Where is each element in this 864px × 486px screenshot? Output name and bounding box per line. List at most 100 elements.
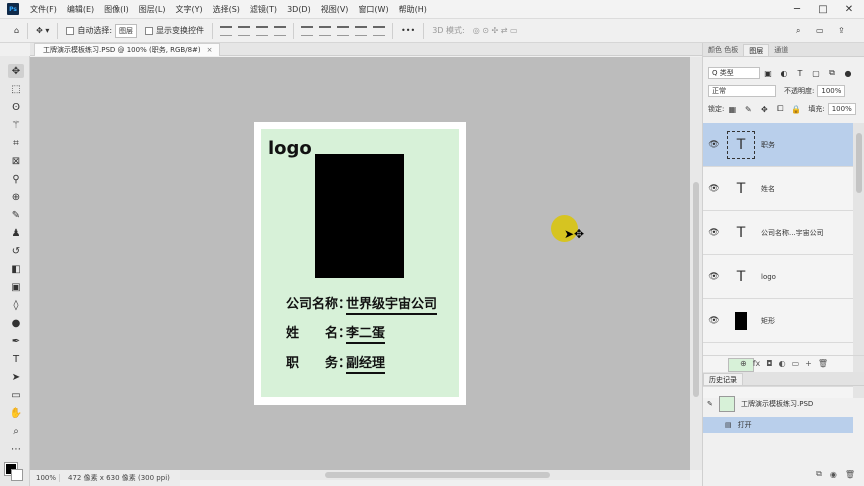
link-layers-icon[interactable]: ⊕ — [740, 359, 747, 368]
auto-select-checkbox[interactable]: 自动选择: 图层 — [62, 23, 141, 39]
menu-image[interactable]: 图像(I) — [99, 4, 134, 15]
zoom-tool-icon[interactable]: ⌕ — [8, 424, 24, 438]
move-tool-preset-icon[interactable]: ✥ ▾ — [32, 23, 53, 39]
dodge-tool-icon[interactable]: ● — [8, 316, 24, 330]
hand-tool-icon[interactable]: ✋ — [8, 406, 24, 420]
layer-row-company[interactable]: 👁 T 公司名称...宇宙公司 — [703, 211, 853, 255]
menu-edit[interactable]: 编辑(E) — [62, 4, 99, 15]
blur-tool-icon[interactable]: ◊ — [8, 298, 24, 312]
layer-name[interactable]: 公司名称...宇宙公司 — [761, 228, 824, 238]
new-group-icon[interactable]: ▭ — [792, 359, 800, 368]
filter-toggle-icon[interactable]: ● — [843, 68, 853, 78]
new-layer-icon[interactable]: + — [805, 359, 812, 368]
tab-channels[interactable]: 通道 — [769, 44, 793, 56]
add-style-icon[interactable]: fx — [753, 359, 761, 368]
lock-pixels-icon[interactable]: ✎ — [743, 104, 753, 114]
new-document-from-state-icon[interactable]: ⧉ — [816, 469, 822, 479]
add-mask-icon[interactable]: ◘ — [766, 359, 772, 368]
tab-layers[interactable]: 图层 — [743, 44, 770, 56]
move-tool-icon[interactable]: ✥ — [8, 64, 24, 78]
visibility-eye-icon[interactable]: 👁 — [703, 184, 725, 194]
layer-name[interactable]: 职务 — [761, 140, 775, 150]
filter-shape-icon[interactable]: ▢ — [811, 68, 821, 78]
tab-history[interactable]: 历史记录 — [703, 373, 743, 385]
close-tab-icon[interactable]: × — [207, 46, 213, 54]
menu-view[interactable]: 视图(V) — [316, 4, 354, 15]
gradient-tool-icon[interactable]: ▣ — [8, 280, 24, 294]
crop-tool-icon[interactable]: ⌗ — [8, 136, 24, 150]
more-tools-icon[interactable]: ⋯ — [8, 442, 24, 456]
background-color-swatch[interactable] — [11, 469, 23, 481]
scroll-thumb[interactable] — [325, 472, 550, 478]
align-vcenter-icon[interactable] — [238, 25, 251, 36]
scroll-thumb[interactable] — [856, 133, 862, 193]
fill-input[interactable]: 100% — [827, 103, 856, 115]
history-brush-icon[interactable]: ↺ — [8, 244, 24, 258]
layer-row-logo[interactable]: 👁 T logo — [703, 255, 853, 299]
distribute-top-icon[interactable] — [301, 25, 314, 36]
adjustment-layer-icon[interactable]: ◐ — [779, 359, 786, 368]
blend-mode-dropdown[interactable]: 正常 — [708, 85, 776, 97]
type-tool-icon[interactable]: T — [8, 352, 24, 366]
tab-color-swatches[interactable]: 颜色 色板 — [703, 44, 743, 56]
show-transform-checkbox[interactable]: 显示变换控件 — [141, 23, 208, 39]
marquee-tool-icon[interactable]: ⬚ — [8, 82, 24, 96]
distribute-right-icon[interactable] — [373, 25, 386, 36]
search-icon[interactable]: ⌕ — [792, 23, 804, 39]
share-icon[interactable]: ⇪ — [834, 23, 849, 39]
delete-layer-icon[interactable]: 🗑 — [818, 359, 828, 368]
eraser-tool-icon[interactable]: ◧ — [8, 262, 24, 276]
visibility-eye-icon[interactable]: 👁 — [703, 228, 725, 238]
layer-name[interactable]: 姓名 — [761, 184, 775, 194]
align-bottom-icon[interactable] — [256, 25, 269, 36]
path-select-tool-icon[interactable]: ➤ — [8, 370, 24, 384]
more-options-button[interactable]: ••• — [397, 23, 419, 39]
opacity-input[interactable]: 100% — [817, 85, 846, 97]
delete-state-icon[interactable]: 🗑 — [845, 470, 855, 479]
visibility-eye-icon[interactable]: 👁 — [703, 316, 725, 326]
auto-select-dropdown[interactable]: 图层 — [115, 23, 138, 38]
document-tab[interactable]: 工牌演示模板练习.PSD @ 100% (职务, RGB/8#) × — [34, 43, 220, 56]
menu-layer[interactable]: 图层(L) — [134, 4, 171, 15]
layer-name[interactable]: 矩形 — [761, 316, 775, 326]
healing-tool-icon[interactable]: ⊕ — [8, 190, 24, 204]
lock-artboard-icon[interactable]: ⧠ — [775, 104, 785, 114]
3d-orbit-icon[interactable]: ◎ ⊙ ✣ ⇄ ▭ — [469, 23, 522, 39]
workspace-icon[interactable]: ▭ — [812, 23, 828, 39]
eyedropper-tool-icon[interactable]: ⚲ — [8, 172, 24, 186]
brush-tool-icon[interactable]: ✎ — [8, 208, 24, 222]
layer-row-title[interactable]: 👁 T 职务 — [703, 123, 853, 167]
close-window-button[interactable]: ✕ — [834, 0, 864, 19]
magic-wand-tool-icon[interactable]: ⚚ — [8, 118, 24, 132]
visibility-eye-icon[interactable]: 👁 — [703, 140, 725, 150]
align-left-icon[interactable] — [274, 25, 287, 36]
distribute-left-icon[interactable] — [355, 25, 368, 36]
filter-smart-icon[interactable]: ⧉ — [827, 68, 837, 78]
zoom-level[interactable]: 100% — [30, 474, 60, 482]
stamp-tool-icon[interactable]: ♟ — [8, 226, 24, 240]
lasso-tool-icon[interactable]: ʘ — [8, 100, 24, 114]
history-snapshot[interactable]: ✎ 工牌演示模板练习.PSD — [703, 393, 853, 415]
layer-row-name[interactable]: 👁 T 姓名 — [703, 167, 853, 211]
layer-row-rectangle[interactable]: 👁 矩形 — [703, 299, 853, 343]
menu-help[interactable]: 帮助(H) — [394, 4, 432, 15]
filter-pixel-icon[interactable]: ▣ — [763, 68, 773, 78]
distribute-bottom-icon[interactable] — [337, 25, 350, 36]
frame-tool-icon[interactable]: ⊠ — [8, 154, 24, 168]
scroll-thumb[interactable] — [693, 182, 699, 397]
menu-filter[interactable]: 滤镜(T) — [245, 4, 282, 15]
snapshot-camera-icon[interactable]: ◉ — [830, 470, 837, 479]
lock-position-icon[interactable]: ✥ — [759, 104, 769, 114]
canvas-horizontal-scrollbar[interactable] — [180, 470, 690, 480]
home-icon[interactable]: ⌂ — [10, 23, 23, 39]
menu-file[interactable]: 文件(F) — [25, 4, 62, 15]
rectangle-tool-icon[interactable]: ▭ — [8, 388, 24, 402]
lock-all-icon[interactable]: 🔒 — [791, 104, 801, 114]
layer-name[interactable]: logo — [761, 273, 776, 281]
filter-adjust-icon[interactable]: ◐ — [779, 68, 789, 78]
menu-window[interactable]: 窗口(W) — [353, 4, 393, 15]
align-top-icon[interactable] — [220, 25, 233, 36]
menu-3d[interactable]: 3D(D) — [282, 5, 316, 14]
menu-type[interactable]: 文字(Y) — [170, 4, 207, 15]
pen-tool-icon[interactable]: ✒ — [8, 334, 24, 348]
